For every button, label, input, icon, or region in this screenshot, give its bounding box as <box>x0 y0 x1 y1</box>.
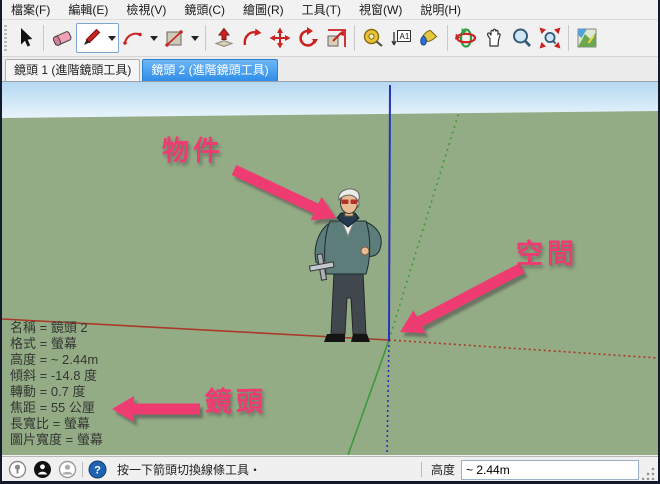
menu-help[interactable]: 說明(H) <box>411 1 470 19</box>
follow-me-tool-button[interactable] <box>238 24 266 52</box>
orbit-tool-button[interactable] <box>452 24 480 52</box>
scale-icon <box>327 29 346 47</box>
menu-draw[interactable]: 繪圖(R) <box>234 1 293 19</box>
measurement-input[interactable] <box>461 459 639 480</box>
tab-scene-1[interactable]: 鏡頭 1 (進階鏡頭工具) <box>5 59 141 81</box>
credit-attribution-button[interactable] <box>33 460 52 479</box>
arc-icon <box>123 32 142 45</box>
text-icon: A1 <box>391 30 411 46</box>
camera-info-height: 高度 = ~ 2.44m <box>10 352 99 367</box>
line-tool-group <box>76 23 119 53</box>
camera-info-format: 格式 = 螢幕 <box>10 336 77 351</box>
push-pull-tool-button[interactable] <box>210 24 238 52</box>
camera-info-aspect-ratio: 長寬比 = 螢幕 <box>10 416 90 431</box>
shape-tool-button[interactable] <box>160 24 188 52</box>
sign-in-button[interactable] <box>58 460 77 479</box>
arc-tool-button[interactable] <box>119 24 147 52</box>
help-button[interactable]: ? <box>88 460 107 479</box>
select-arrow-icon <box>21 28 33 47</box>
paint-bucket-tool-button[interactable] <box>415 24 443 52</box>
pan-tool-button[interactable] <box>480 24 508 52</box>
camera-info-roll: 轉動 = 0.7 度 <box>10 384 86 399</box>
eraser-icon <box>52 31 72 46</box>
geolocation-icon <box>8 460 27 479</box>
zoom-extents-tool-button[interactable] <box>536 24 564 52</box>
line-tool-dropdown[interactable] <box>105 24 118 52</box>
geolocation-button[interactable] <box>8 460 27 479</box>
shape-tool-group <box>160 24 201 52</box>
sketchup-window: 檔案(F) 編輯(E) 檢視(V) 鏡頭(C) 繪圖(R) 工具(T) 視窗(W… <box>0 0 660 484</box>
status-separator <box>82 462 83 477</box>
tab-scene-2[interactable]: 鏡頭 2 (進階鏡頭工具) <box>142 59 278 81</box>
camera-info-image-width: 圖片寬度 = 螢幕 <box>10 432 103 447</box>
help-icon: ? <box>88 460 107 479</box>
resize-grip[interactable] <box>642 465 656 480</box>
chevron-down-icon <box>107 35 116 41</box>
menu-bar: 檔案(F) 編輯(E) 檢視(V) 鏡頭(C) 繪圖(R) 工具(T) 視窗(W… <box>2 0 658 20</box>
menu-edit[interactable]: 編輯(E) <box>59 1 117 19</box>
push-pull-icon <box>214 27 234 48</box>
rectangle-icon <box>165 30 183 47</box>
status-separator <box>420 462 422 477</box>
toolbar: A1 <box>2 20 658 57</box>
pencil-icon <box>84 28 101 45</box>
space-annotation-label: 空間 <box>516 239 578 269</box>
camera-info-focal-length: 焦距 = 55 公厘 <box>10 400 95 415</box>
rotate-icon <box>299 27 318 47</box>
follow-me-icon <box>243 28 262 46</box>
camera-info-tilt: 傾斜 = -14.8 度 <box>10 368 98 383</box>
move-icon <box>269 27 291 49</box>
menu-view[interactable]: 檢視(V) <box>117 1 175 19</box>
select-tool-button[interactable] <box>11 24 39 52</box>
shape-tool-dropdown[interactable] <box>188 24 201 52</box>
pan-hand-icon <box>487 28 501 47</box>
text-tool-button[interactable]: A1 <box>387 24 415 52</box>
move-tool-button[interactable] <box>266 24 294 52</box>
sign-in-user-icon <box>58 460 77 479</box>
tape-measure-icon <box>363 28 383 47</box>
scene-tab-bar: 鏡頭 1 (進階鏡頭工具) 鏡頭 2 (進階鏡頭工具) <box>2 57 658 82</box>
rotate-tool-button[interactable] <box>294 24 322 52</box>
camera-info-name: 名稱 = 鏡頭 2 <box>10 320 88 335</box>
measurement-label: 高度 <box>430 463 455 477</box>
object-annotation-label: 物件 <box>162 136 224 166</box>
zoom-tool-button[interactable] <box>508 24 536 52</box>
arc-tool-dropdown[interactable] <box>147 24 160 52</box>
toolbar-grip[interactable] <box>4 25 7 51</box>
paint-bucket-icon <box>420 29 438 46</box>
add-location-map-icon <box>577 28 597 48</box>
add-location-tool-button[interactable] <box>573 24 601 52</box>
camera-annotation-label: 鏡頭 <box>205 387 267 417</box>
scale-tool-button[interactable] <box>322 24 350 52</box>
camera-info-overlay: 名稱 = 鏡頭 2 格式 = 螢幕 高度 = ~ 2.44m 傾斜 = -14.… <box>10 320 103 448</box>
credit-attribution-icon <box>34 461 51 478</box>
menu-tools[interactable]: 工具(T) <box>293 1 350 19</box>
zoom-icon <box>513 28 532 47</box>
chevron-down-icon <box>149 35 158 41</box>
status-hint-text: 按一下箭頭切換線條工具‧ <box>117 463 262 477</box>
arc-tool-group <box>119 24 160 52</box>
viewport: 物件 空間 鏡頭 名稱 = 鏡頭 2 格式 = 螢幕 高度 = ~ 2.44m … <box>2 82 658 455</box>
menu-window[interactable]: 視窗(W) <box>350 1 411 19</box>
chevron-down-icon <box>190 35 199 41</box>
menu-camera[interactable]: 鏡頭(C) <box>175 1 234 19</box>
svg-text:A1: A1 <box>400 32 410 41</box>
tape-measure-tool-button[interactable] <box>359 24 387 52</box>
menu-file[interactable]: 檔案(F) <box>2 1 59 19</box>
line-tool-button[interactable] <box>77 24 105 52</box>
orbit-icon <box>455 28 477 48</box>
eraser-tool-button[interactable] <box>48 24 76 52</box>
blue-axis-solid <box>388 84 391 341</box>
svg-text:?: ? <box>94 465 101 477</box>
status-bar: ? 按一下箭頭切換線條工具‧ 高度 <box>2 456 658 481</box>
zoom-extents-icon <box>539 27 561 49</box>
